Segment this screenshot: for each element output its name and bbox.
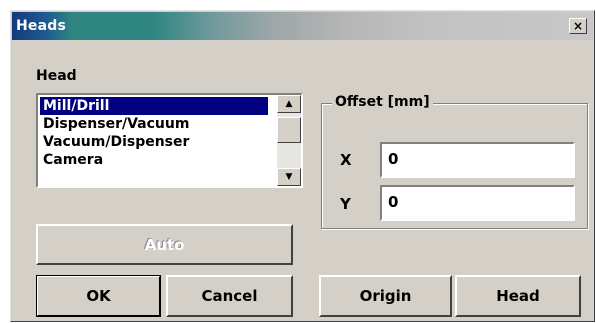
offset-groupbox: Offset [mm] X 0 Y 0 <box>321 94 588 229</box>
auto-button[interactable]: Auto <box>36 224 293 265</box>
head-label: Head <box>36 68 77 84</box>
heads-dialog: Heads × Head Mill/Drill Dispenser/Vacuum… <box>10 10 595 322</box>
list-item-mill-drill[interactable]: Mill/Drill <box>40 97 268 115</box>
list-item-dispenser-vacuum[interactable]: Dispenser/Vacuum <box>40 115 268 133</box>
scroll-thumb[interactable] <box>277 117 301 143</box>
list-item-vacuum-dispenser[interactable]: Vacuum/Dispenser <box>40 133 268 151</box>
close-button[interactable]: × <box>569 18 587 34</box>
cancel-button[interactable]: Cancel <box>166 275 293 317</box>
y-offset-input[interactable]: 0 <box>380 185 575 221</box>
scroll-down-button[interactable]: ▼ <box>277 168 301 186</box>
scroll-up-button[interactable]: ▲ <box>277 95 301 113</box>
head-list: Mill/Drill Dispenser/Vacuum Vacuum/Dispe… <box>40 97 268 169</box>
y-label: Y <box>340 195 351 213</box>
arrow-down-icon: ▼ <box>285 172 293 182</box>
ok-button[interactable]: OK <box>36 275 161 317</box>
x-label: X <box>340 151 352 169</box>
arrow-up-icon: ▲ <box>285 99 293 109</box>
window-title: Heads <box>16 18 67 34</box>
head-button[interactable]: Head <box>455 275 581 317</box>
offset-caption: Offset [mm] <box>332 94 433 110</box>
head-listbox[interactable]: Mill/Drill Dispenser/Vacuum Vacuum/Dispe… <box>36 93 303 188</box>
origin-button[interactable]: Origin <box>319 275 452 317</box>
close-icon: × <box>572 19 584 33</box>
title-bar[interactable]: Heads × <box>12 12 593 40</box>
x-offset-input[interactable]: 0 <box>380 142 575 178</box>
list-scrollbar[interactable]: ▲ ▼ <box>277 95 301 186</box>
list-item-camera[interactable]: Camera <box>40 151 268 169</box>
